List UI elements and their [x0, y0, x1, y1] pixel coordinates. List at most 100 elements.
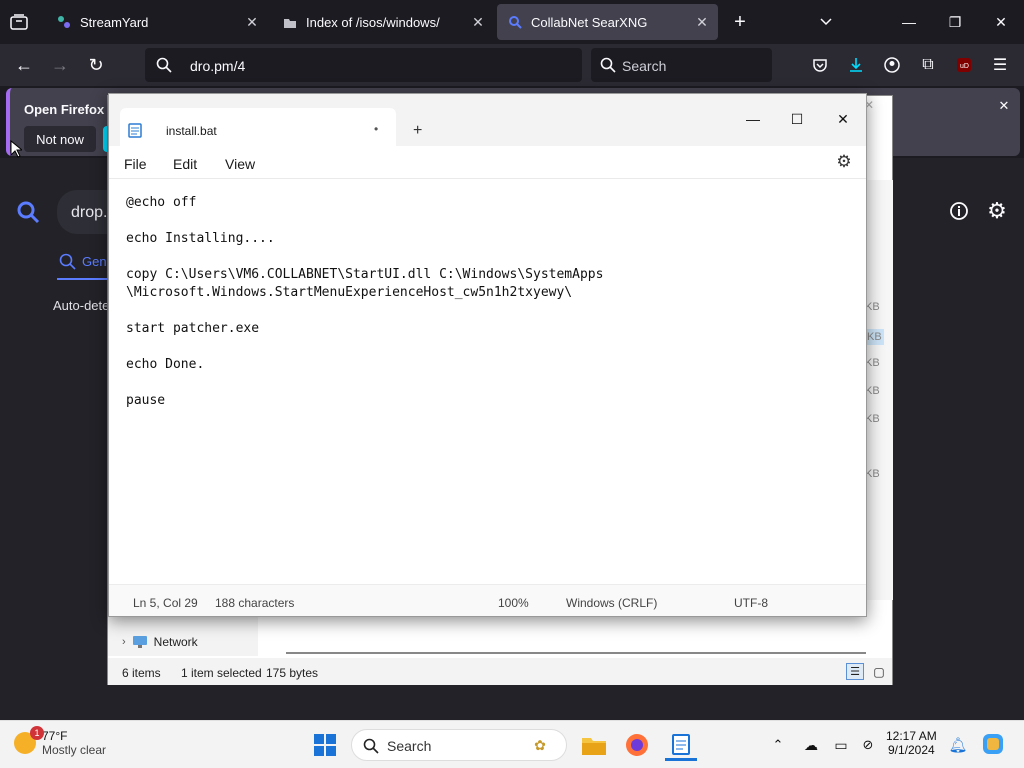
- windows-start-icon[interactable]: [309, 729, 341, 761]
- weather-icon: 1: [14, 726, 44, 754]
- taskbar: 1 77°F Mostly clear Search ✿ ⌃ ☁ ▭ ⊘ 12:…: [0, 720, 1024, 768]
- notepad-window: install.bat • + — ☐ ✕ File Edit View ⚙ @…: [108, 93, 867, 617]
- menu-icon[interactable]: ☰: [985, 50, 1015, 80]
- minimize-icon[interactable]: —: [733, 108, 773, 130]
- minimize-icon[interactable]: —: [886, 0, 932, 44]
- weather-desc: Mostly clear: [42, 743, 107, 757]
- horizontal-scrollbar[interactable]: [286, 652, 866, 654]
- nav-bar: ← → ↻ dro.pm/4 Search ⧉ uD ☰: [0, 44, 1024, 86]
- url-text: dro.pm/4: [190, 58, 246, 74]
- searxng-logo-icon: [16, 200, 40, 224]
- display-icon[interactable]: ▭: [831, 735, 851, 755]
- character-count: 188 characters: [215, 596, 295, 610]
- weather-temp: 77°F: [42, 729, 68, 743]
- streamyard-icon: [56, 14, 72, 30]
- gear-icon[interactable]: ⚙: [834, 152, 854, 172]
- notepad-icon: [128, 122, 142, 138]
- back-icon[interactable]: ←: [9, 50, 39, 80]
- zoom-level[interactable]: 100%: [498, 596, 529, 610]
- close-icon[interactable]: ✕: [978, 0, 1024, 44]
- tiles-view-icon[interactable]: ▢: [870, 663, 888, 680]
- network-status-icon[interactable]: ⊘: [857, 735, 879, 755]
- menu-edit[interactable]: Edit: [173, 156, 197, 172]
- selection-info: 1 item selected: [181, 666, 262, 680]
- sidebar-item-label: Network: [153, 635, 198, 649]
- close-tab-icon[interactable]: ✕: [244, 14, 260, 30]
- chevron-down-icon[interactable]: [814, 11, 838, 33]
- file-size: KB: [865, 413, 880, 425]
- network-icon: [132, 635, 148, 649]
- file-size: KB: [865, 301, 880, 313]
- tab-bar: StreamYard ✕ Index of /isos/windows/ ✕ C…: [0, 0, 1024, 44]
- text-editor[interactable]: @echo off echo Installing.... copy C:\Us…: [126, 194, 856, 594]
- time: 12:17 AM: [886, 729, 937, 743]
- not-now-button[interactable]: Not now: [24, 126, 96, 152]
- reload-icon[interactable]: ↻: [81, 50, 111, 80]
- notepad-menu-bar: File Edit View ⚙: [109, 146, 866, 179]
- close-tab-icon[interactable]: ✕: [470, 14, 486, 30]
- close-icon[interactable]: ✕: [823, 108, 863, 130]
- account-icon[interactable]: [877, 50, 907, 80]
- info-icon[interactable]: [946, 198, 972, 224]
- extensions-icon[interactable]: ⧉: [913, 50, 943, 80]
- search-icon: [362, 737, 380, 755]
- taskbar-search-label: Search: [387, 738, 432, 754]
- forward-icon[interactable]: →: [45, 50, 75, 80]
- search-bar[interactable]: Search: [591, 48, 772, 82]
- firefox-icon[interactable]: [621, 729, 653, 761]
- copilot-icon[interactable]: [980, 731, 1006, 757]
- close-tab-icon[interactable]: ✕: [694, 14, 710, 30]
- search-placeholder: Search: [622, 58, 667, 74]
- pocket-icon[interactable]: [805, 50, 835, 80]
- gear-icon[interactable]: ⚙: [984, 198, 1010, 224]
- new-tab-icon[interactable]: +: [413, 122, 422, 140]
- search-highlight-icon: ✿: [534, 736, 546, 753]
- notepad-icon[interactable]: [665, 729, 697, 761]
- tab-title: install.bat: [166, 124, 217, 138]
- details-view-icon[interactable]: ☰: [846, 663, 864, 680]
- tab-install-bat[interactable]: install.bat •: [120, 108, 396, 148]
- weather-widget[interactable]: 1 77°F Mostly clear: [14, 726, 107, 757]
- search-query: drop.: [71, 204, 108, 221]
- menu-file[interactable]: File: [124, 156, 147, 172]
- tab-streamyard[interactable]: StreamYard ✕: [46, 4, 268, 40]
- search-icon: [507, 14, 523, 30]
- file-explorer-icon[interactable]: [578, 729, 610, 761]
- search-icon: [155, 56, 173, 74]
- notification-badge: 1: [30, 726, 44, 740]
- file-size: KB: [865, 357, 880, 369]
- url-bar[interactable]: dro.pm/4: [145, 48, 582, 82]
- folder-index-icon: [282, 14, 298, 30]
- tab-title: StreamYard: [80, 14, 149, 30]
- tab-title: CollabNet SearXNG: [531, 14, 648, 30]
- sidebar-item-network[interactable]: › Network: [122, 635, 198, 649]
- search-icon: [58, 252, 76, 270]
- file-size: KB: [865, 468, 880, 480]
- tab-list-icon[interactable]: [8, 12, 30, 32]
- encoding[interactable]: UTF-8: [734, 596, 768, 610]
- selection-size: 175 bytes: [266, 666, 319, 680]
- item-count: 6 items: [122, 666, 161, 680]
- tab-collabnet-searxng[interactable]: CollabNet SearXNG ✕: [497, 4, 718, 40]
- line-ending[interactable]: Windows (CRLF): [566, 596, 657, 610]
- notepad-title-bar: install.bat • + — ☐ ✕: [109, 94, 866, 148]
- ublock-icon[interactable]: uD: [949, 50, 979, 80]
- clock[interactable]: 12:17 AM 9/1/2024: [886, 729, 937, 757]
- maximize-icon[interactable]: ☐: [777, 108, 817, 130]
- status-bar: 6 items 1 item selected 175 bytes ☰ ▢: [108, 658, 892, 685]
- taskbar-search[interactable]: Search ✿: [351, 729, 567, 761]
- menu-view[interactable]: View: [225, 156, 255, 172]
- bell-icon[interactable]: 🔔︎: [948, 735, 968, 755]
- svg-text:uD: uD: [960, 63, 969, 70]
- chevron-right-icon[interactable]: ›: [122, 636, 126, 648]
- download-icon[interactable]: [841, 50, 871, 80]
- unsaved-indicator: •: [374, 122, 379, 136]
- auto-detect-language[interactable]: Auto-dete: [53, 298, 109, 313]
- restore-icon[interactable]: ❐: [932, 0, 978, 44]
- tab-index-isos[interactable]: Index of /isos/windows/ ✕: [272, 4, 494, 40]
- tab-title: Index of /isos/windows/: [306, 14, 440, 30]
- close-icon[interactable]: ✕: [996, 98, 1012, 114]
- chevron-up-icon[interactable]: ⌃: [768, 735, 788, 755]
- onedrive-icon[interactable]: ☁: [800, 735, 822, 755]
- new-tab-icon[interactable]: +: [728, 11, 752, 33]
